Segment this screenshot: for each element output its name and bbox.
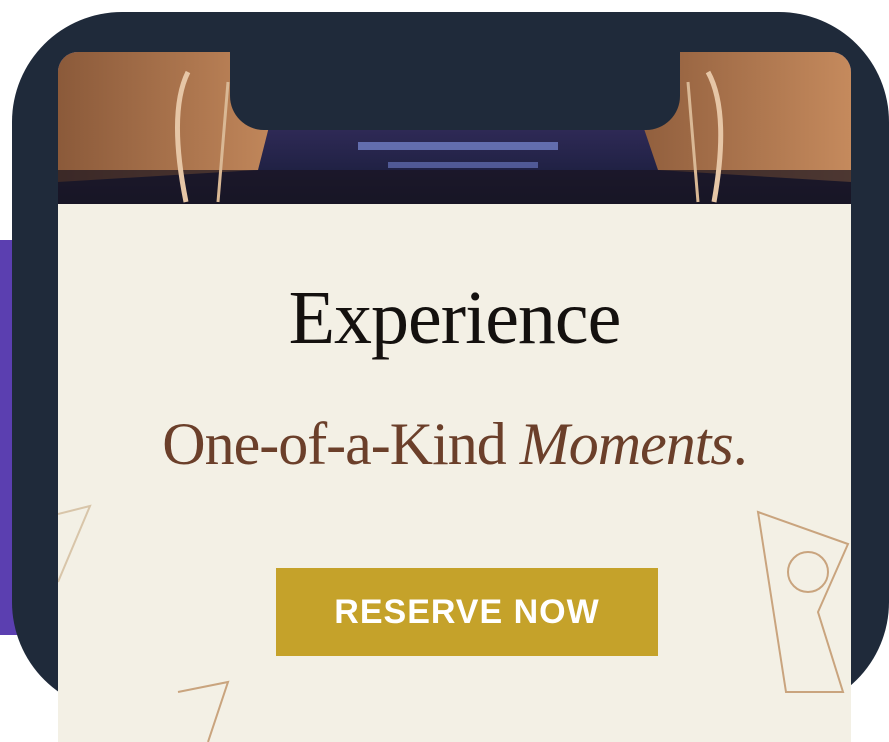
phone-screen: Experience One-of-a-Kind Moments. RESERV… [58, 52, 851, 742]
reserve-now-button[interactable]: RESERVE NOW [276, 568, 658, 656]
promo-tagline: One-of-a-Kind Moments. [58, 414, 851, 474]
tagline-text: One-of-a-Kind [162, 411, 520, 477]
phone-frame: Experience One-of-a-Kind Moments. RESERV… [12, 12, 889, 742]
tagline-emphasis: Moments [519, 411, 734, 477]
phone-notch [230, 42, 680, 130]
tagline-period: . [732, 411, 748, 477]
promo-headline: Experience [288, 276, 622, 360]
